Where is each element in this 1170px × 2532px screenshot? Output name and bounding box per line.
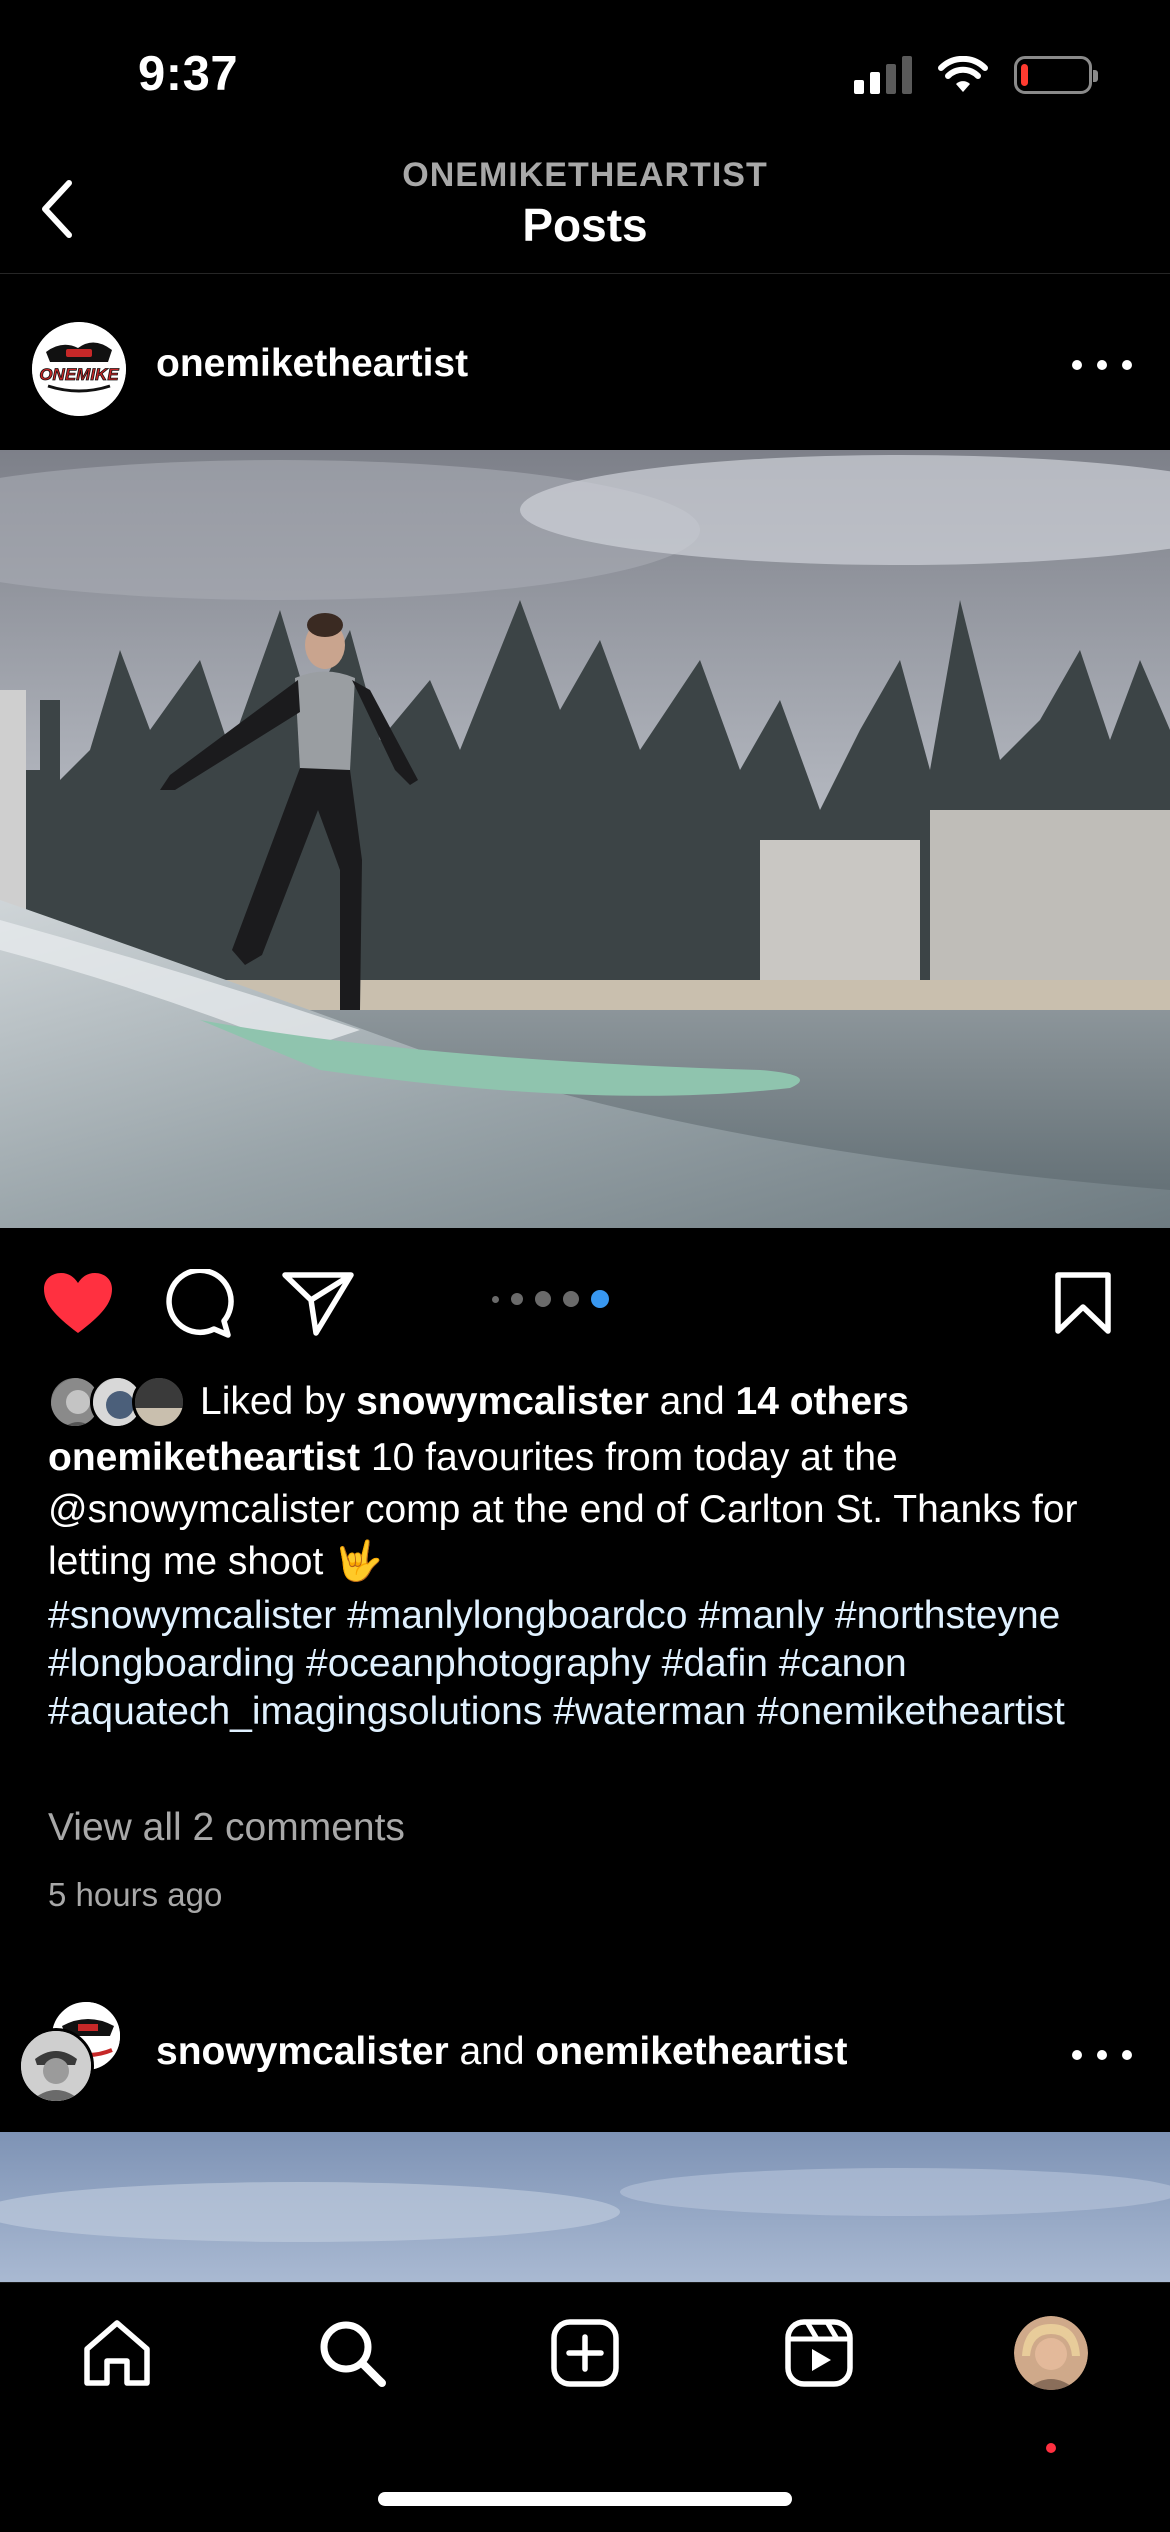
caption-username[interactable]: onemiketheartist xyxy=(48,1436,360,1479)
heart-filled-icon xyxy=(44,1273,112,1333)
profile-username-subtitle: ONEMIKETHEARTIST xyxy=(402,156,768,194)
more-horizontal-icon xyxy=(1072,360,1082,370)
home-icon xyxy=(84,2320,150,2386)
liked-others[interactable]: 14 others xyxy=(736,1380,909,1424)
liked-user[interactable]: snowymcalister xyxy=(356,1380,649,1424)
post-username[interactable]: onemiketheartist xyxy=(156,342,468,386)
comment-icon xyxy=(166,1269,234,1338)
avatar[interactable]: ONEMIKE xyxy=(32,322,126,416)
battery-level xyxy=(1021,64,1028,86)
caption-hashtags: #snowymcalister #manlylongboardco #manly… xyxy=(48,1592,1128,1736)
reels-icon xyxy=(785,2319,853,2387)
liked-prefix: Liked by xyxy=(200,1380,357,1423)
status-bar: 9:37 xyxy=(0,0,1170,150)
cellular-signal-icon xyxy=(854,56,912,94)
post-photo[interactable] xyxy=(0,450,1170,1228)
carousel-indicator xyxy=(492,1290,609,1308)
share-button[interactable] xyxy=(280,1268,356,1340)
post2-user-2[interactable]: onemiketheartist xyxy=(535,2030,847,2073)
page-title: Posts xyxy=(522,199,648,251)
wifi-icon xyxy=(938,56,988,92)
save-button[interactable] xyxy=(1050,1268,1116,1338)
tab-profile[interactable] xyxy=(1011,2313,1091,2393)
tab-home[interactable] xyxy=(77,2313,157,2393)
liked-avatars xyxy=(48,1375,190,1429)
view-comments-link[interactable]: View all 2 comments xyxy=(48,1806,405,1850)
tab-create[interactable] xyxy=(545,2313,625,2393)
status-time: 9:37 xyxy=(138,47,239,101)
surfer-photo xyxy=(0,450,1170,1228)
create-icon xyxy=(551,2319,619,2387)
sky-photo xyxy=(0,2132,1170,2282)
avatar xyxy=(18,2028,94,2104)
comment-button[interactable] xyxy=(162,1268,236,1340)
hashtag-list[interactable]: #snowymcalister #manlylongboardco #manly… xyxy=(48,1594,1065,1733)
nav-header: ONEMIKETHEARTIST Posts xyxy=(0,150,1170,274)
search-icon xyxy=(320,2321,386,2387)
tab-reels[interactable] xyxy=(779,2313,859,2393)
post-timestamp: 5 hours ago xyxy=(48,1876,223,1913)
liked-middle: and xyxy=(648,1380,736,1423)
post2-photo[interactable] xyxy=(0,2132,1170,2282)
post2-joiner: and xyxy=(448,2030,536,2073)
profile-avatar xyxy=(1014,2316,1088,2390)
tab-search[interactable] xyxy=(312,2313,392,2393)
bookmark-icon xyxy=(1055,1272,1111,1334)
send-icon xyxy=(282,1272,354,1336)
more-options-button[interactable] xyxy=(1072,350,1132,380)
post-actions xyxy=(0,1250,1170,1350)
collab-avatars[interactable] xyxy=(18,2000,122,2104)
battery-icon xyxy=(1014,56,1098,94)
liked-by[interactable]: Liked by snowymcalister and 14 others xyxy=(48,1370,909,1434)
onemike-logo-icon: ONEMIKE xyxy=(32,322,126,416)
post2-usernames: snowymcalister and onemiketheartist xyxy=(156,2030,848,2074)
status-icons xyxy=(854,56,1098,94)
more-horizontal-icon xyxy=(1072,2050,1082,2060)
notification-dot xyxy=(1046,2443,1056,2453)
more-options-button[interactable] xyxy=(1072,2040,1132,2070)
post2-header: snowymcalister and onemiketheartist xyxy=(0,2000,1170,2110)
avatar xyxy=(132,1375,186,1429)
like-button[interactable] xyxy=(38,1268,118,1338)
post-header: ONEMIKE onemiketheartist xyxy=(0,314,1170,422)
post-caption: onemiketheartist 10 favourites from toda… xyxy=(48,1432,1128,1588)
home-indicator xyxy=(378,2492,792,2506)
avatar-logo-text: ONEMIKE xyxy=(39,365,119,384)
post2-user-1[interactable]: snowymcalister xyxy=(156,2030,449,2073)
